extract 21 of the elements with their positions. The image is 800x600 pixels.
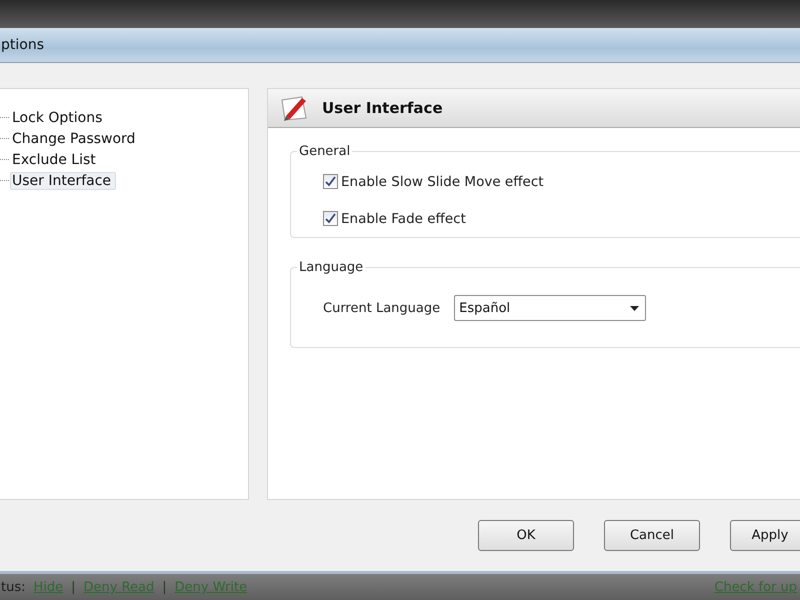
tree-item[interactable]: User Interface bbox=[10, 172, 116, 190]
dropdown-arrow-icon bbox=[630, 306, 640, 310]
dialog-button[interactable]: OK bbox=[478, 520, 574, 551]
language-dropdown[interactable]: Español bbox=[454, 295, 646, 321]
separator: | bbox=[162, 580, 167, 595]
checkbox[interactable] bbox=[323, 211, 338, 226]
tree-item[interactable]: Exclude List bbox=[10, 150, 101, 168]
group-label: Language bbox=[298, 260, 364, 275]
checkbox-label: Enable Fade effect bbox=[341, 210, 466, 226]
separator: | bbox=[71, 580, 76, 595]
checkbox-label: Enable Slow Slide Move effect bbox=[341, 174, 544, 190]
tree-item[interactable]: Change Password bbox=[10, 130, 140, 148]
dialog-button[interactable]: Apply bbox=[730, 520, 800, 551]
status-label: tus: bbox=[1, 580, 26, 595]
tree-item[interactable]: Lock Options bbox=[10, 108, 108, 126]
panel-title: User Interface bbox=[322, 99, 443, 117]
checkbox[interactable] bbox=[323, 174, 338, 189]
dialog-button[interactable]: Cancel bbox=[604, 520, 700, 551]
window-title: ptions bbox=[1, 37, 44, 53]
language-label: Current Language bbox=[323, 300, 440, 316]
group-label: General bbox=[298, 144, 352, 159]
